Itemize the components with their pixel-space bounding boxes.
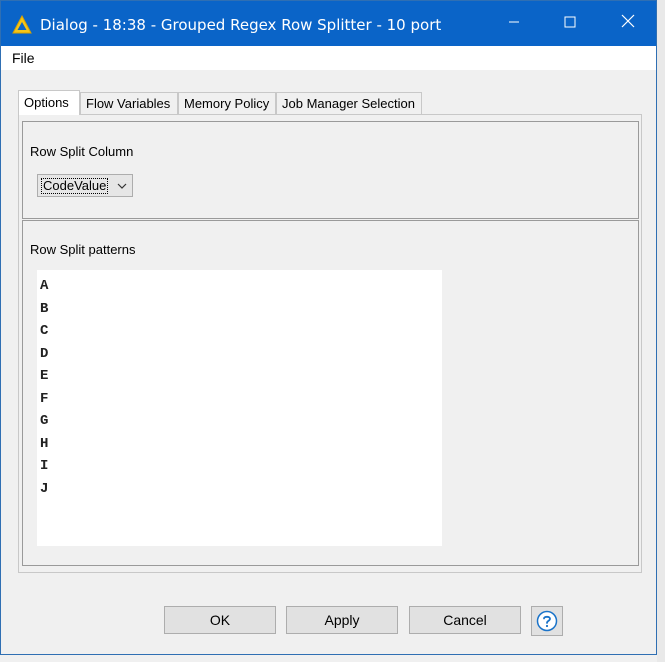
pattern-line: J xyxy=(40,481,49,497)
row-split-patterns-group: Row Split patterns A B C D E F G H I J xyxy=(22,220,639,566)
close-button[interactable] xyxy=(605,1,651,46)
window-title: Dialog - 18:38 - Grouped Regex Row Split… xyxy=(40,16,442,34)
selected-column-value: CodeValue xyxy=(41,178,109,194)
chevron-down-icon xyxy=(117,183,127,189)
title-bar[interactable]: Dialog - 18:38 - Grouped Regex Row Split… xyxy=(1,1,656,46)
ok-button[interactable]: OK xyxy=(164,606,276,634)
pattern-line: C xyxy=(40,323,49,339)
pattern-line: F xyxy=(40,391,49,407)
help-button[interactable] xyxy=(531,606,563,636)
menu-file[interactable]: File xyxy=(12,50,35,66)
pattern-line: I xyxy=(40,458,49,474)
minimize-button[interactable] xyxy=(491,1,537,46)
knime-triangle-icon xyxy=(12,14,32,35)
pattern-line: G xyxy=(40,413,49,429)
minimize-icon xyxy=(509,21,519,23)
pattern-line: E xyxy=(40,368,49,384)
close-icon xyxy=(621,14,635,28)
options-panel: Row Split Column CodeValue Row Split pat… xyxy=(18,114,642,573)
row-split-column-group: Row Split Column CodeValue xyxy=(22,121,639,219)
menu-bar: File xyxy=(1,46,656,70)
tab-job-manager-selection[interactable]: Job Manager Selection xyxy=(276,92,422,114)
pattern-line: B xyxy=(40,301,49,317)
pattern-line: H xyxy=(40,436,49,452)
tab-options[interactable]: Options xyxy=(18,90,80,115)
row-split-column-select[interactable]: CodeValue xyxy=(37,174,133,197)
maximize-button[interactable] xyxy=(547,1,593,46)
pattern-line: A xyxy=(40,278,49,294)
tab-memory-policy[interactable]: Memory Policy xyxy=(178,92,276,114)
tab-flow-variables[interactable]: Flow Variables xyxy=(80,92,178,114)
background-area xyxy=(657,0,665,662)
row-split-patterns-label: Row Split patterns xyxy=(30,242,136,257)
pattern-line: D xyxy=(40,346,49,362)
row-split-column-label: Row Split Column xyxy=(30,144,134,159)
maximize-icon xyxy=(564,16,576,28)
row-split-patterns-textarea[interactable]: A B C D E F G H I J xyxy=(37,270,442,546)
apply-button[interactable]: Apply xyxy=(286,606,398,634)
help-question-icon xyxy=(536,610,558,632)
dialog-window: Dialog - 18:38 - Grouped Regex Row Split… xyxy=(0,0,657,655)
cancel-button[interactable]: Cancel xyxy=(409,606,521,634)
